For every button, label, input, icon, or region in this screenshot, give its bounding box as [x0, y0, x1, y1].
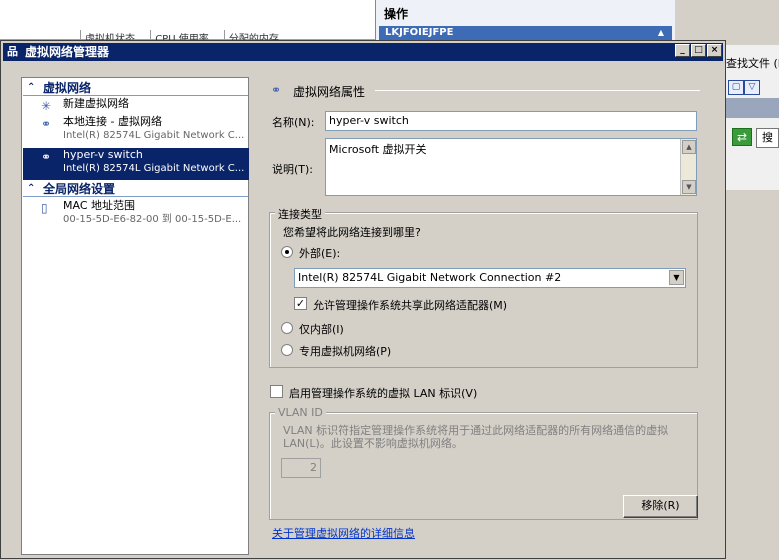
section-label: 虚拟网络	[43, 81, 92, 95]
adapter-value: Intel(R) 82574L Gigabit Network Connecti…	[298, 271, 562, 284]
toolbar-icon[interactable]: ▢	[728, 80, 744, 95]
connection-question: 您希望将此网络连接到哪里?	[283, 226, 421, 239]
properties-pane: ⚭ 虚拟网络属性 名称(N): hyper-v switch 说明(T): Mi…	[257, 77, 709, 555]
vlan-enable-label[interactable]: 启用管理操作系统的虚拟 LAN 标识(V)	[289, 385, 477, 401]
close-button[interactable]: ×	[707, 44, 722, 57]
minimize-button[interactable]: _	[675, 44, 690, 57]
section-virtual-networks[interactable]: ⌃ 虚拟网络	[23, 80, 248, 96]
collapse-icon[interactable]: ▲	[658, 26, 664, 40]
vlan-id-legend: VLAN ID	[275, 406, 326, 419]
nav-item-subtitle: 00-15-5D-E6-82-00 到 00-15-5D-E...	[63, 214, 242, 225]
divider	[375, 90, 700, 91]
dropdown-icon[interactable]: ▽	[744, 80, 760, 95]
remove-button[interactable]: 移除(R)	[623, 495, 698, 518]
description-label: 说明(T):	[272, 163, 314, 176]
vlan-id-input[interactable]: 2	[281, 458, 321, 478]
name-input[interactable]: hyper-v switch	[325, 111, 697, 131]
nav-item-subtitle: Intel(R) 82574L Gigabit Network C...	[63, 163, 245, 174]
mac-address-icon: ▯	[41, 201, 48, 215]
nav-item-title: hyper-v switch	[63, 148, 143, 161]
nav-item-subtitle: Intel(R) 82574L Gigabit Network C...	[63, 130, 245, 141]
actions-title: 操作	[384, 7, 409, 21]
scroll-down-icon[interactable]: ▼	[682, 180, 696, 194]
allow-share-label[interactable]: 允许管理操作系统共享此网络适配器(M)	[313, 297, 507, 313]
network-icon: ⚭	[41, 117, 52, 131]
external-label[interactable]: 外部(E):	[299, 245, 340, 261]
network-icon: ⚭	[271, 83, 282, 97]
background-toolbar	[722, 98, 779, 118]
description-textarea[interactable]: Microsoft 虚拟开关 ▲ ▼	[325, 138, 697, 196]
window-title: 虚拟网络管理器	[25, 45, 110, 59]
internal-only-label[interactable]: 仅内部(I)	[299, 321, 344, 337]
group-title-label: 虚拟网络属性	[293, 85, 366, 99]
private-radio[interactable]	[281, 344, 293, 356]
actions-server-header[interactable]: LKJFOIEJFPE ▲	[379, 26, 672, 40]
search-button[interactable]: 搜	[756, 128, 779, 148]
vlan-description: VLAN 标识符指定管理操作系统将用于通过此网络适配器的所有网络通信的虚拟 LA…	[283, 424, 669, 450]
internal-only-radio[interactable]	[281, 322, 293, 334]
network-manager-icon: 品	[7, 45, 18, 58]
title-bar[interactable]: 品 虚拟网络管理器	[3, 43, 723, 61]
more-info-link[interactable]: 关于管理虚拟网络的详细信息	[272, 525, 415, 541]
maximize-button[interactable]: □	[691, 44, 706, 57]
nav-item-title: 新建虚拟网络	[63, 97, 129, 110]
server-name: LKJFOIEJFPE	[385, 27, 454, 38]
connection-type-legend: 连接类型	[275, 206, 325, 222]
find-files-label: 查找文件 (F	[726, 57, 779, 70]
chevron-down-icon[interactable]: ▼	[669, 270, 684, 285]
section-label: 全局网络设置	[43, 182, 116, 196]
allow-share-checkbox[interactable]: ✓	[294, 297, 307, 310]
collapse-chevron-icon[interactable]: ⌃	[27, 80, 35, 96]
collapse-chevron-icon[interactable]: ⌃	[27, 181, 35, 197]
network-icon: ⚭	[41, 150, 52, 164]
external-radio[interactable]	[281, 246, 293, 258]
nav-item-local-connection[interactable]: ⚭ 本地连接 - 虚拟网络 Intel(R) 82574L Gigabit Ne…	[23, 115, 249, 147]
nav-item-mac-range[interactable]: ▯ MAC 地址范围 00-15-5D-E6-82-00 到 00-15-5D-…	[23, 199, 249, 231]
nav-item-new-network[interactable]: ✳ 新建虚拟网络	[23, 97, 249, 113]
description-text: Microsoft 虚拟开关	[329, 143, 427, 156]
adapter-select[interactable]: Intel(R) 82574L Gigabit Network Connecti…	[294, 268, 686, 288]
properties-group-title: ⚭ 虚拟网络属性	[271, 83, 365, 100]
nav-item-hyper-v-switch[interactable]: ⚭ hyper-v switch Intel(R) 82574L Gigabit…	[23, 148, 249, 180]
virtual-network-manager-window: 品 虚拟网络管理器 _ □ × ⌃ 虚拟网络 ✳ 新建虚拟网络 ⚭ 本地连接 -…	[0, 40, 726, 559]
navigation-pane: ⌃ 虚拟网络 ✳ 新建虚拟网络 ⚭ 本地连接 - 虚拟网络 Intel(R) 8…	[21, 77, 249, 555]
refresh-icon[interactable]: ⇄	[732, 128, 752, 146]
name-label: 名称(N):	[272, 116, 315, 129]
vlan-enable-checkbox[interactable]	[270, 385, 283, 398]
section-global-settings[interactable]: ⌃ 全局网络设置	[23, 181, 248, 197]
nav-item-title: 本地连接 - 虚拟网络	[63, 115, 162, 128]
background-area	[722, 190, 779, 560]
description-scrollbar[interactable]: ▲ ▼	[680, 139, 696, 195]
private-label[interactable]: 专用虚拟机网络(P)	[299, 343, 391, 359]
nav-item-title: MAC 地址范围	[63, 199, 135, 212]
new-network-icon: ✳	[41, 99, 52, 113]
scroll-up-icon[interactable]: ▲	[682, 140, 696, 154]
